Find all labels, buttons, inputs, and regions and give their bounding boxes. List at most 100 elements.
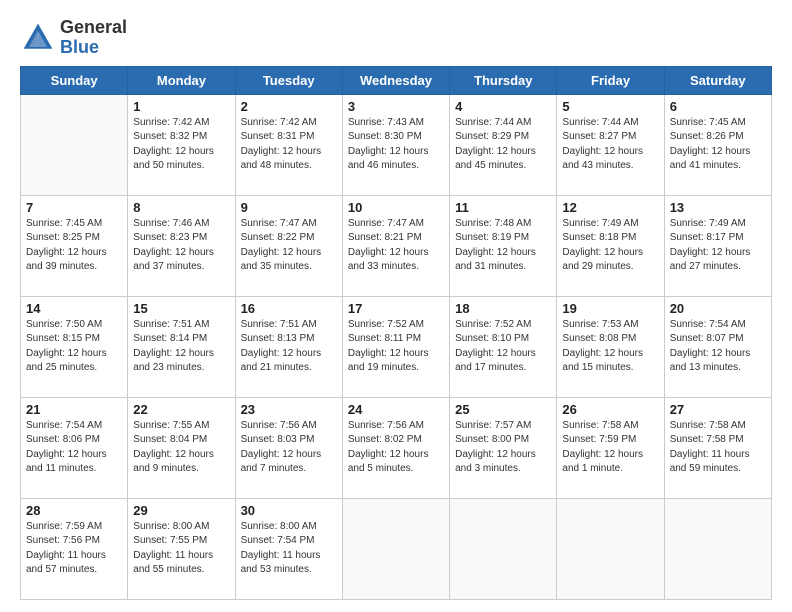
weekday-header-wednesday: Wednesday: [342, 66, 449, 94]
day-info: Sunrise: 7:44 AM Sunset: 8:29 PM Dayligh…: [455, 116, 551, 174]
calendar-cell: 4 Sunrise: 7:44 AM Sunset: 8:29 PM Daylig…: [450, 94, 557, 195]
day-number: 19: [562, 301, 658, 316]
day-info: Sunrise: 7:47 AM Sunset: 8:22 PM Dayligh…: [241, 217, 337, 275]
calendar-cell: 23Sunrise: 7:56 AM Sunset: 8:03 PM Dayli…: [235, 397, 342, 498]
calendar-cell: 21Sunrise: 7:54 AM Sunset: 8:06 PM Dayli…: [21, 397, 128, 498]
calendar-cell: 24 Sunrise: 7:56 AM Sunset: 8:02 PM Dayli…: [342, 397, 449, 498]
day-info: Sunrise: 7:58 AM Sunset: 7:58 PM Dayligh…: [670, 419, 766, 477]
day-number: 3: [348, 99, 444, 114]
day-info: Sunrise: 7:51 AM Sunset: 8:14 PM Dayligh…: [133, 318, 229, 376]
logo: General Blue: [20, 18, 127, 58]
calendar-cell: 22 Sunrise: 7:55 AM Sunset: 8:04 PM Dayli…: [128, 397, 235, 498]
day-number: 16: [241, 301, 337, 316]
day-number: 5: [562, 99, 658, 114]
calendar-cell: 5 Sunrise: 7:44 AM Sunset: 8:27 PM Daylig…: [557, 94, 664, 195]
calendar-cell: 29 Sunrise: 8:00 AM Sunset: 7:55 PM Dayli…: [128, 498, 235, 599]
day-number: 20: [670, 301, 766, 316]
calendar-cell: 17 Sunrise: 7:52 AM Sunset: 8:11 PM Dayli…: [342, 296, 449, 397]
day-number: 7: [26, 200, 122, 215]
day-number: 4: [455, 99, 551, 114]
calendar-cell: [450, 498, 557, 599]
calendar-cell: [557, 498, 664, 599]
day-number: 12: [562, 200, 658, 215]
day-number: 30: [241, 503, 337, 518]
page: General Blue SundayMondayTuesdayWednesda…: [0, 0, 792, 612]
calendar-cell: 12 Sunrise: 7:49 AM Sunset: 8:18 PM Dayli…: [557, 195, 664, 296]
calendar-cell: 9 Sunrise: 7:47 AM Sunset: 8:22 PM Daylig…: [235, 195, 342, 296]
day-info: Sunrise: 7:49 AM Sunset: 8:18 PM Dayligh…: [562, 217, 658, 275]
weekday-header-sunday: Sunday: [21, 66, 128, 94]
day-info: Sunrise: 7:47 AM Sunset: 8:21 PM Dayligh…: [348, 217, 444, 275]
header: General Blue: [20, 18, 772, 58]
calendar-cell: 10 Sunrise: 7:47 AM Sunset: 8:21 PM Dayli…: [342, 195, 449, 296]
day-info: Sunrise: 7:57 AM Sunset: 8:00 PM Dayligh…: [455, 419, 551, 477]
week-row-3: 14Sunrise: 7:50 AM Sunset: 8:15 PM Dayli…: [21, 296, 772, 397]
day-info: Sunrise: 7:55 AM Sunset: 8:04 PM Dayligh…: [133, 419, 229, 477]
calendar-cell: 1 Sunrise: 7:42 AM Sunset: 8:32 PM Daylig…: [128, 94, 235, 195]
calendar-cell: [21, 94, 128, 195]
day-number: 9: [241, 200, 337, 215]
day-number: 10: [348, 200, 444, 215]
calendar-cell: 14Sunrise: 7:50 AM Sunset: 8:15 PM Dayli…: [21, 296, 128, 397]
week-row-2: 7Sunrise: 7:45 AM Sunset: 8:25 PM Daylig…: [21, 195, 772, 296]
calendar-cell: 27 Sunrise: 7:58 AM Sunset: 7:58 PM Dayli…: [664, 397, 771, 498]
day-info: Sunrise: 7:51 AM Sunset: 8:13 PM Dayligh…: [241, 318, 337, 376]
calendar-cell: 18 Sunrise: 7:52 AM Sunset: 8:10 PM Dayli…: [450, 296, 557, 397]
day-info: Sunrise: 8:00 AM Sunset: 7:54 PM Dayligh…: [241, 520, 337, 578]
day-info: Sunrise: 8:00 AM Sunset: 7:55 PM Dayligh…: [133, 520, 229, 578]
day-info: Sunrise: 7:46 AM Sunset: 8:23 PM Dayligh…: [133, 217, 229, 275]
calendar-table: SundayMondayTuesdayWednesdayThursdayFrid…: [20, 66, 772, 600]
calendar-cell: [342, 498, 449, 599]
calendar-cell: [664, 498, 771, 599]
calendar-cell: 25 Sunrise: 7:57 AM Sunset: 8:00 PM Dayli…: [450, 397, 557, 498]
day-info: Sunrise: 7:43 AM Sunset: 8:30 PM Dayligh…: [348, 116, 444, 174]
calendar-cell: 8Sunrise: 7:46 AM Sunset: 8:23 PM Daylig…: [128, 195, 235, 296]
calendar-cell: 11 Sunrise: 7:48 AM Sunset: 8:19 PM Dayli…: [450, 195, 557, 296]
day-info: Sunrise: 7:49 AM Sunset: 8:17 PM Dayligh…: [670, 217, 766, 275]
calendar-cell: 30 Sunrise: 8:00 AM Sunset: 7:54 PM Dayli…: [235, 498, 342, 599]
day-number: 1: [133, 99, 229, 114]
day-number: 15: [133, 301, 229, 316]
day-number: 28: [26, 503, 122, 518]
weekday-header-friday: Friday: [557, 66, 664, 94]
day-info: Sunrise: 7:42 AM Sunset: 8:32 PM Dayligh…: [133, 116, 229, 174]
logo-icon: [20, 20, 56, 56]
calendar-cell: 15 Sunrise: 7:51 AM Sunset: 8:14 PM Dayli…: [128, 296, 235, 397]
day-number: 24: [348, 402, 444, 417]
calendar-cell: 26Sunrise: 7:58 AM Sunset: 7:59 PM Dayli…: [557, 397, 664, 498]
day-number: 11: [455, 200, 551, 215]
day-info: Sunrise: 7:44 AM Sunset: 8:27 PM Dayligh…: [562, 116, 658, 174]
calendar-cell: 28Sunrise: 7:59 AM Sunset: 7:56 PM Dayli…: [21, 498, 128, 599]
day-info: Sunrise: 7:45 AM Sunset: 8:26 PM Dayligh…: [670, 116, 766, 174]
day-info: Sunrise: 7:56 AM Sunset: 8:03 PM Dayligh…: [241, 419, 337, 477]
calendar-cell: 19 Sunrise: 7:53 AM Sunset: 8:08 PM Dayli…: [557, 296, 664, 397]
day-info: Sunrise: 7:42 AM Sunset: 8:31 PM Dayligh…: [241, 116, 337, 174]
day-info: Sunrise: 7:56 AM Sunset: 8:02 PM Dayligh…: [348, 419, 444, 477]
day-number: 13: [670, 200, 766, 215]
day-info: Sunrise: 7:52 AM Sunset: 8:10 PM Dayligh…: [455, 318, 551, 376]
week-row-4: 21Sunrise: 7:54 AM Sunset: 8:06 PM Dayli…: [21, 397, 772, 498]
weekday-header-saturday: Saturday: [664, 66, 771, 94]
day-number: 25: [455, 402, 551, 417]
logo-text: General Blue: [60, 18, 127, 58]
day-info: Sunrise: 7:48 AM Sunset: 8:19 PM Dayligh…: [455, 217, 551, 275]
calendar-cell: 16 Sunrise: 7:51 AM Sunset: 8:13 PM Dayli…: [235, 296, 342, 397]
day-info: Sunrise: 7:52 AM Sunset: 8:11 PM Dayligh…: [348, 318, 444, 376]
calendar-cell: 6 Sunrise: 7:45 AM Sunset: 8:26 PM Daylig…: [664, 94, 771, 195]
day-number: 14: [26, 301, 122, 316]
day-number: 22: [133, 402, 229, 417]
calendar-cell: 7Sunrise: 7:45 AM Sunset: 8:25 PM Daylig…: [21, 195, 128, 296]
day-number: 21: [26, 402, 122, 417]
day-number: 27: [670, 402, 766, 417]
day-info: Sunrise: 7:58 AM Sunset: 7:59 PM Dayligh…: [562, 419, 658, 477]
day-info: Sunrise: 7:54 AM Sunset: 8:07 PM Dayligh…: [670, 318, 766, 376]
calendar-cell: 13 Sunrise: 7:49 AM Sunset: 8:17 PM Dayli…: [664, 195, 771, 296]
day-number: 29: [133, 503, 229, 518]
day-number: 18: [455, 301, 551, 316]
day-number: 2: [241, 99, 337, 114]
day-number: 17: [348, 301, 444, 316]
week-row-1: 1 Sunrise: 7:42 AM Sunset: 8:32 PM Daylig…: [21, 94, 772, 195]
day-number: 6: [670, 99, 766, 114]
calendar-cell: 20 Sunrise: 7:54 AM Sunset: 8:07 PM Dayli…: [664, 296, 771, 397]
day-info: Sunrise: 7:53 AM Sunset: 8:08 PM Dayligh…: [562, 318, 658, 376]
